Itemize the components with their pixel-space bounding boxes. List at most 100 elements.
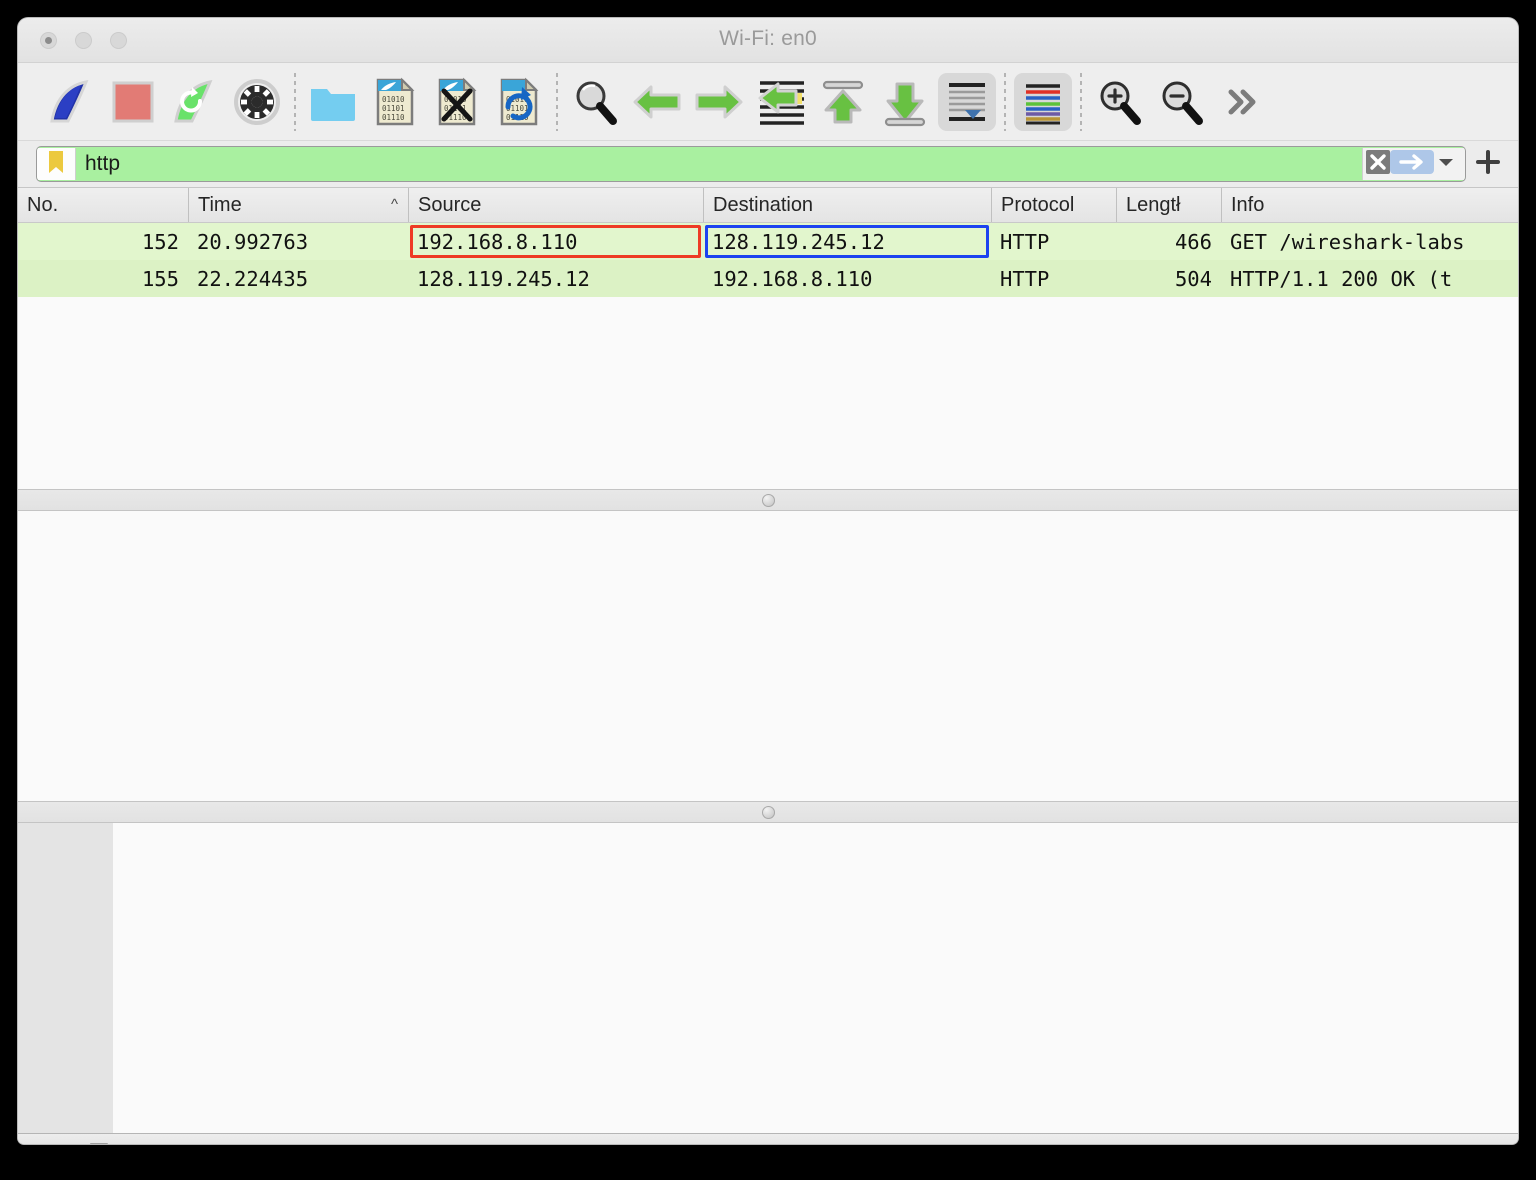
cell-source: 128.119.245.12 (417, 266, 590, 291)
splitter-grip[interactable] (761, 493, 775, 507)
find-packet-button[interactable] (564, 71, 626, 133)
open-file-button[interactable] (302, 71, 364, 133)
status-left: 010100110101110 wireshark_Wi-Fi_20200…02… (18, 1142, 642, 1144)
status-bar: 010100110101110 wireshark_Wi-Fi_20200…02… (18, 1133, 1518, 1144)
filter-history-dropdown[interactable] (1431, 151, 1461, 177)
splitter-grip[interactable] (761, 805, 775, 819)
stop-capture-button[interactable] (102, 71, 164, 133)
table-row[interactable]: 152 20.992763 192.168.8.110 128.119.245.… (18, 223, 1518, 260)
green-arrow-left-icon (631, 80, 683, 124)
column-header-destination[interactable]: Destination (703, 188, 991, 222)
toolbar-separator-1 (294, 72, 296, 131)
red-square-icon (110, 79, 156, 125)
sort-ascending-icon: ^ (390, 196, 398, 213)
display-filter-bar (18, 141, 1518, 187)
go-forward-button[interactable] (688, 71, 750, 133)
gear-icon (233, 78, 281, 126)
table-row[interactable]: 155 22.224435 128.119.245.12 192.168.8.1… (18, 260, 1518, 297)
colored-lines-icon (1020, 79, 1066, 125)
column-header-length[interactable]: Lengtł (1116, 188, 1221, 222)
splitter-details-bytes[interactable] (18, 801, 1518, 823)
column-header-no-label: No. (27, 193, 59, 216)
filter-bookmark-button[interactable] (37, 148, 76, 180)
close-file-button[interactable]: 010100110101110 (426, 71, 488, 133)
cell-protocol: HTTP (1000, 229, 1050, 254)
filter-apply-button[interactable] (1390, 149, 1434, 177)
lines-scroll-icon (944, 79, 990, 125)
column-header-length-label: Lengtł (1126, 193, 1181, 216)
go-to-last-button[interactable] (874, 71, 936, 133)
cell-destination: 192.168.8.110 (712, 266, 873, 291)
toolbar-separator-3 (1004, 72, 1006, 131)
filter-actions (1362, 148, 1465, 180)
cell-no: 155 (141, 266, 179, 291)
start-capture-button[interactable] (40, 71, 102, 133)
clear-x-icon (1365, 149, 1391, 180)
blue-shark-fin-icon (46, 77, 96, 127)
auto-scroll-button[interactable] (938, 72, 996, 131)
filter-clear-button[interactable] (1363, 149, 1393, 180)
column-header-source[interactable]: Source (408, 188, 703, 222)
packet-details-pane[interactable] (18, 511, 1518, 801)
svg-text:01010: 01010 (382, 95, 405, 104)
splitter-list-details[interactable] (18, 489, 1518, 511)
packet-bytes-pane[interactable] (18, 823, 1518, 1133)
column-header-protocol[interactable]: Protocol (991, 188, 1116, 222)
cell-time: 22.224435 (197, 266, 309, 291)
capture-options-button[interactable] (226, 71, 288, 133)
packet-list-header: No. Time ^ Source Destination Protocol L… (18, 188, 1518, 223)
bookmark-ribbon-icon (47, 150, 65, 179)
file-binary-icon: 01010 01101 01110 (374, 77, 416, 127)
file-binary-reload-icon: 01010 01101 01110 (498, 77, 540, 127)
file-binary-x-icon: 010100110101110 (436, 77, 478, 127)
go-to-first-button[interactable] (812, 71, 874, 133)
byte-offset-gutter (18, 823, 113, 1133)
restart-capture-button[interactable] (164, 71, 226, 133)
green-arrow-up-bar-icon (818, 77, 868, 127)
chevron-down-icon (1436, 155, 1456, 174)
display-filter-box[interactable] (36, 146, 1466, 182)
magnifier-icon (570, 77, 620, 127)
colorize-button[interactable] (1014, 72, 1072, 131)
plus-icon (1475, 149, 1501, 180)
column-header-info[interactable]: Info (1221, 188, 1518, 222)
cell-protocol: HTTP (1000, 266, 1050, 291)
column-header-protocol-label: Protocol (1001, 193, 1075, 216)
green-arrow-right-icon (693, 80, 745, 124)
blue-folder-icon (308, 80, 358, 124)
go-to-packet-button[interactable] (750, 71, 812, 133)
cell-source-highlighted: 192.168.8.110 (408, 223, 703, 260)
cell-length: 466 (1174, 229, 1212, 254)
reload-file-button[interactable]: 01010 01101 01110 (488, 71, 550, 133)
zoom-in-button[interactable] (1088, 71, 1150, 133)
toolbar-separator-4 (1080, 72, 1082, 131)
magnifier-plus-icon (1094, 77, 1144, 127)
double-chevron-right-icon (1223, 85, 1263, 119)
packet-list-pane[interactable]: No. Time ^ Source Destination Protocol L… (18, 187, 1518, 489)
packet-rows: 152 20.992763 192.168.8.110 128.119.245.… (18, 223, 1518, 297)
column-header-info-label: Info (1231, 193, 1265, 216)
green-arrow-to-line-icon (754, 76, 808, 128)
column-header-no[interactable]: No. (18, 188, 188, 222)
main-toolbar: 010100110101110 010100110101110 (18, 63, 1518, 141)
cell-no: 152 (141, 229, 179, 254)
svg-text:01110: 01110 (382, 113, 405, 122)
display-filter-input[interactable] (76, 147, 1362, 181)
column-header-time-label: Time (198, 193, 242, 216)
capture-comment-icon[interactable]: 010100110101110 (88, 1142, 118, 1144)
save-file-button[interactable]: 01010 01101 01110 (364, 71, 426, 133)
column-header-destination-label: Destination (713, 193, 814, 216)
apply-arrow-icon (1390, 149, 1434, 180)
add-filter-button-button[interactable] (1466, 147, 1510, 181)
cell-info: HTTP/1.1 200 OK (t (1230, 266, 1453, 291)
magnifier-minus-icon (1156, 77, 1206, 127)
wireshark-window: Wi-Fi: en0 01010 01101 01110 01110 01010… (18, 18, 1518, 1144)
green-arrow-down-bar-icon (880, 77, 930, 127)
window-title: Wi-Fi: en0 (719, 27, 817, 50)
zoom-out-button[interactable] (1150, 71, 1212, 133)
go-back-button[interactable] (626, 71, 688, 133)
svg-text:01101: 01101 (382, 104, 405, 113)
column-header-time[interactable]: Time ^ (188, 188, 408, 222)
toolbar-overflow-button[interactable] (1212, 71, 1274, 133)
cell-destination-highlighted: 128.119.245.12 (703, 223, 991, 260)
